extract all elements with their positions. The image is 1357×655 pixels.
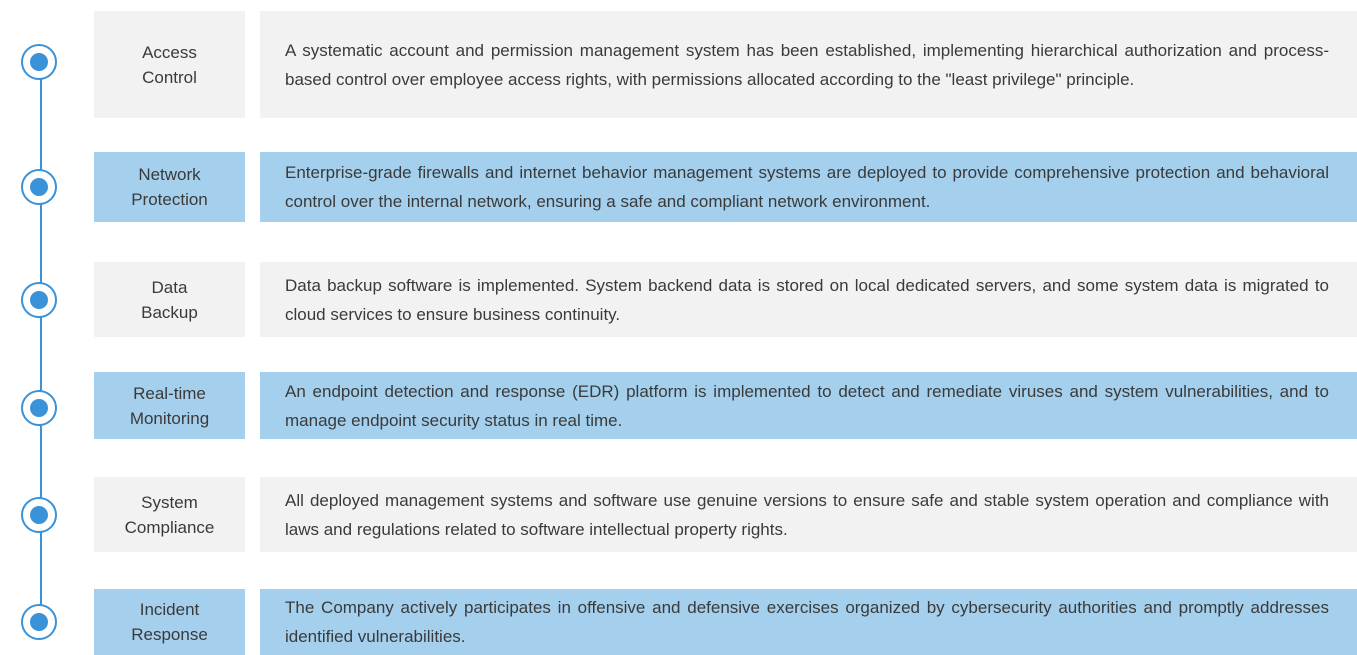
description-text: A systematic account and permission mana…	[285, 40, 1329, 89]
category-label-line: Incident	[139, 600, 200, 619]
category-label-system-compliance: System Compliance	[94, 477, 245, 552]
timeline-node-icon	[21, 497, 57, 533]
category-label-real-time-monitoring: Real-time Monitoring	[94, 372, 245, 439]
category-label-line: Access	[142, 42, 197, 62]
category-label-line: Response	[131, 625, 208, 644]
timeline-node-icon	[21, 390, 57, 426]
description-access-control: A systematic account and permission mana…	[260, 11, 1357, 118]
description-data-backup: Data backup software is implemented. Sys…	[260, 262, 1357, 337]
description-text: Enterprise-grade firewalls and internet …	[285, 163, 1329, 211]
timeline-dot	[30, 178, 48, 196]
timeline-node-icon	[21, 169, 57, 205]
description-text: An endpoint detection and response (EDR)…	[285, 381, 1329, 430]
category-label-line: System	[141, 492, 198, 512]
category-label-incident-response: Incident Response	[94, 589, 245, 655]
category-label-line: Protection	[131, 190, 208, 209]
timeline-node-icon	[21, 604, 57, 640]
category-label-line: Network	[138, 165, 201, 184]
description-text: The Company actively participates in off…	[285, 598, 1329, 646]
timeline-dot	[30, 506, 48, 524]
timeline-dot	[30, 613, 48, 631]
category-label-line: Data	[151, 277, 188, 297]
category-label-network-protection: Network Protection	[94, 152, 245, 222]
category-label-line: Backup	[141, 302, 198, 322]
category-label-data-backup: Data Backup	[94, 262, 245, 337]
description-real-time-monitoring: An endpoint detection and response (EDR)…	[260, 372, 1357, 439]
category-label-access-control: Access Control	[94, 11, 245, 118]
description-incident-response: The Company actively participates in off…	[260, 589, 1357, 655]
description-network-protection: Enterprise-grade firewalls and internet …	[260, 152, 1357, 222]
category-label-line: Control	[142, 67, 197, 87]
description-system-compliance: All deployed management systems and soft…	[260, 477, 1357, 552]
description-text: All deployed management systems and soft…	[285, 490, 1329, 539]
timeline-node-icon	[21, 44, 57, 80]
timeline-dot	[30, 399, 48, 417]
category-label-line: Compliance	[124, 517, 215, 537]
timeline-dot	[30, 291, 48, 309]
description-text: Data backup software is implemented. Sys…	[285, 275, 1329, 324]
timeline-node-icon	[21, 282, 57, 318]
timeline-dot	[30, 53, 48, 71]
category-label-line: Real-time	[133, 383, 206, 403]
category-label-line: Monitoring	[129, 408, 210, 428]
timeline-line	[40, 62, 42, 622]
